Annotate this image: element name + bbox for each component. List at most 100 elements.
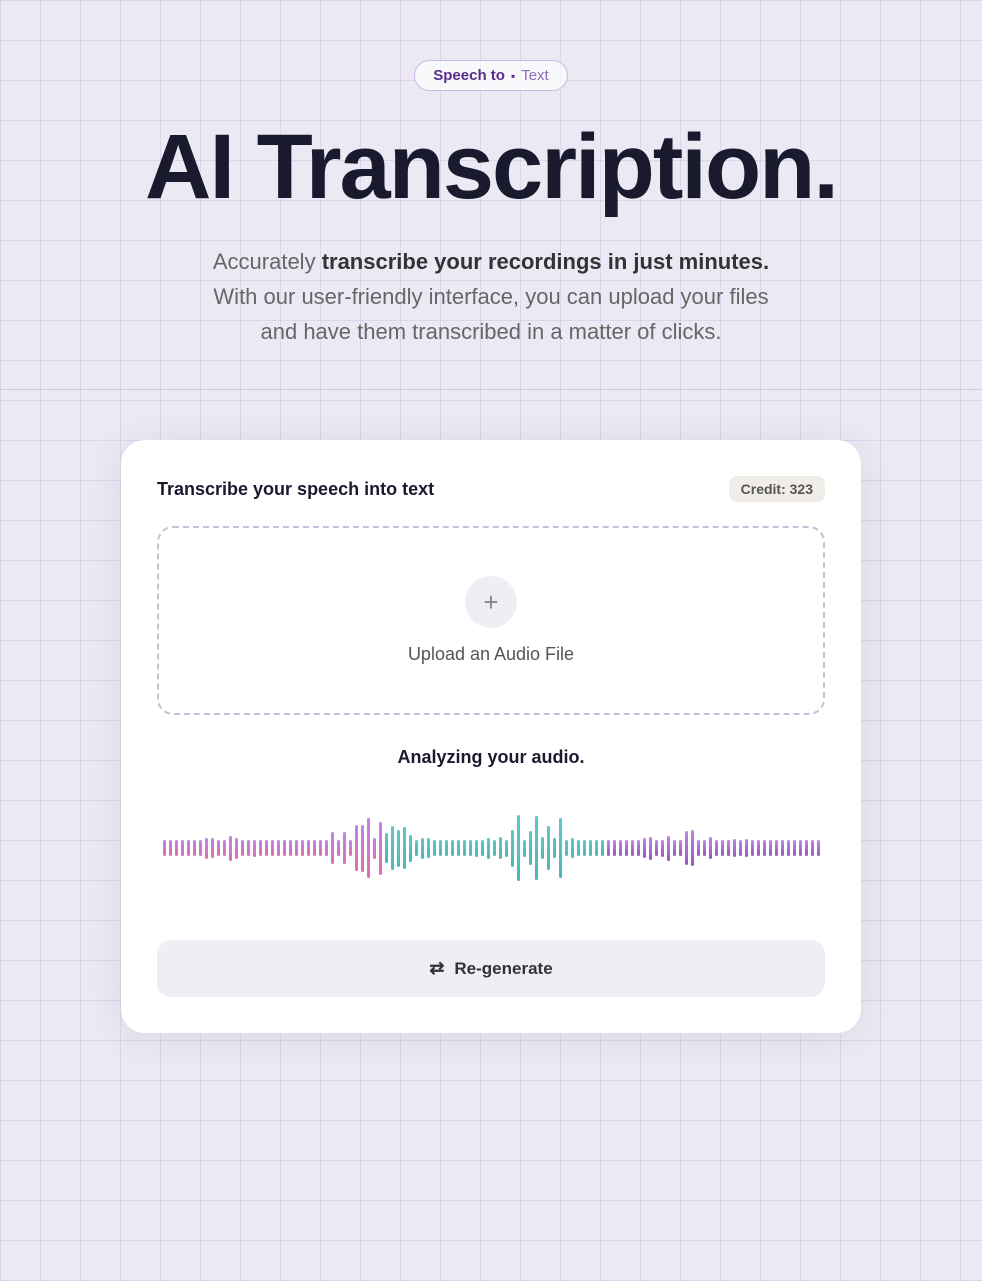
waveform-bar <box>811 840 814 856</box>
waveform-bar <box>373 838 376 859</box>
card-title: Transcribe your speech into text <box>157 479 434 500</box>
waveform-bar <box>553 838 556 858</box>
waveform-bar <box>241 840 244 856</box>
waveform-bar <box>415 840 418 856</box>
hero-section: Speech to ▪ Text AI Transcription. Accur… <box>0 0 982 390</box>
regenerate-button[interactable]: ⇄ Re-generate <box>157 940 825 997</box>
waveform-bar <box>541 837 544 859</box>
waveform-bar <box>379 822 382 875</box>
waveform-bar <box>265 840 268 856</box>
waveform-bar <box>397 830 400 867</box>
waveform-bar <box>325 840 328 856</box>
waveform-bar <box>787 840 790 856</box>
waveform-bar <box>493 840 496 856</box>
waveform-bar <box>685 831 688 865</box>
waveform-bar <box>199 840 202 856</box>
waveform-bar <box>619 840 622 856</box>
waveform-bar <box>649 837 652 860</box>
waveform-bar <box>181 840 184 856</box>
waveform-bar <box>511 830 514 867</box>
waveform-bar <box>277 840 280 856</box>
waveform-bar <box>187 840 190 856</box>
waveform-bar <box>355 825 358 871</box>
waveform-bar <box>691 830 694 866</box>
card-header: Transcribe your speech into text Credit:… <box>157 476 825 502</box>
analyzing-text: Analyzing your audio. <box>397 747 584 768</box>
main-title: AI Transcription. <box>145 119 837 216</box>
waveform-bar <box>385 833 388 863</box>
waveform-bar <box>169 840 172 856</box>
waveform-bar <box>679 840 682 856</box>
waveform-bar <box>289 840 292 856</box>
waveform-bar <box>235 838 238 859</box>
subtitle-bold: transcribe your recordings in just minut… <box>322 249 769 274</box>
waveform-bar <box>475 840 478 857</box>
waveform-bar <box>817 840 820 856</box>
regenerate-label: Re-generate <box>454 959 552 979</box>
waveform-bar <box>631 840 634 856</box>
waveform-bar <box>391 826 394 870</box>
subtitle: Accurately transcribe your recordings in… <box>201 244 781 350</box>
waveform-bar <box>571 838 574 858</box>
waveform-bar <box>223 840 226 856</box>
waveform-bar <box>469 840 472 856</box>
waveform-bar <box>625 840 628 856</box>
waveform-bar <box>313 840 316 856</box>
waveform-bar <box>427 838 430 858</box>
waveform-bar <box>775 840 778 856</box>
waveform-bar <box>589 840 592 856</box>
waveform-bar <box>175 840 178 856</box>
waveform-bar <box>403 827 406 869</box>
waveform-bar <box>673 840 676 856</box>
waveform-bar <box>343 832 346 864</box>
waveform-bar <box>337 840 340 856</box>
badge-left-text: Speech to <box>433 67 505 84</box>
waveform-bar <box>457 840 460 856</box>
waveform-visualization <box>157 788 825 908</box>
waveform-bar <box>409 835 412 862</box>
waveform-bar <box>757 840 760 856</box>
waveform-bar <box>439 840 442 856</box>
subtitle-rest: With our user-friendly interface, you ca… <box>213 284 768 344</box>
waveform-bar <box>535 816 538 880</box>
waveform-bar <box>433 840 436 856</box>
analyzing-section: Analyzing your audio. <box>157 747 825 908</box>
waveform-bar <box>247 840 250 856</box>
upload-area[interactable]: + Upload an Audio File <box>157 526 825 715</box>
waveform-bar <box>205 838 208 859</box>
waveform-bar <box>643 838 646 858</box>
waveform-bar <box>481 840 484 856</box>
regenerate-icon: ⇄ <box>429 958 444 979</box>
waveform-bar <box>745 839 748 857</box>
waveform-bar <box>229 836 232 861</box>
waveform-bar <box>637 840 640 856</box>
waveform-bar <box>505 840 508 857</box>
waveform-bar <box>781 840 784 856</box>
waveform-bar <box>763 840 766 856</box>
waveform-bar <box>421 838 424 859</box>
badge-dot: ▪ <box>511 69 515 83</box>
waveform-bar <box>301 840 304 856</box>
waveform-bar <box>349 840 352 856</box>
upload-label: Upload an Audio File <box>408 644 574 665</box>
waveform-bar <box>565 840 568 856</box>
card-section: Transcribe your speech into text Credit:… <box>0 390 982 1093</box>
waveform-bar <box>451 840 454 856</box>
waveform-bar <box>799 840 802 856</box>
waveform-bar <box>715 840 718 856</box>
waveform-bar <box>661 840 664 857</box>
waveform-bar <box>529 831 532 865</box>
waveform-bar <box>739 840 742 856</box>
badge: Speech to ▪ Text <box>414 60 567 91</box>
waveform-bar <box>613 840 616 856</box>
waveform-bar <box>733 839 736 857</box>
waveform-bar <box>367 818 370 878</box>
waveform-bar <box>805 840 808 856</box>
credit-badge: Credit: 323 <box>729 476 825 502</box>
badge-right-text: Text <box>521 67 549 84</box>
waveform-bar <box>601 840 604 856</box>
upload-plus-button[interactable]: + <box>465 576 517 628</box>
waveform-bar <box>319 840 322 856</box>
waveform-bar <box>271 840 274 856</box>
waveform-bar <box>217 840 220 856</box>
